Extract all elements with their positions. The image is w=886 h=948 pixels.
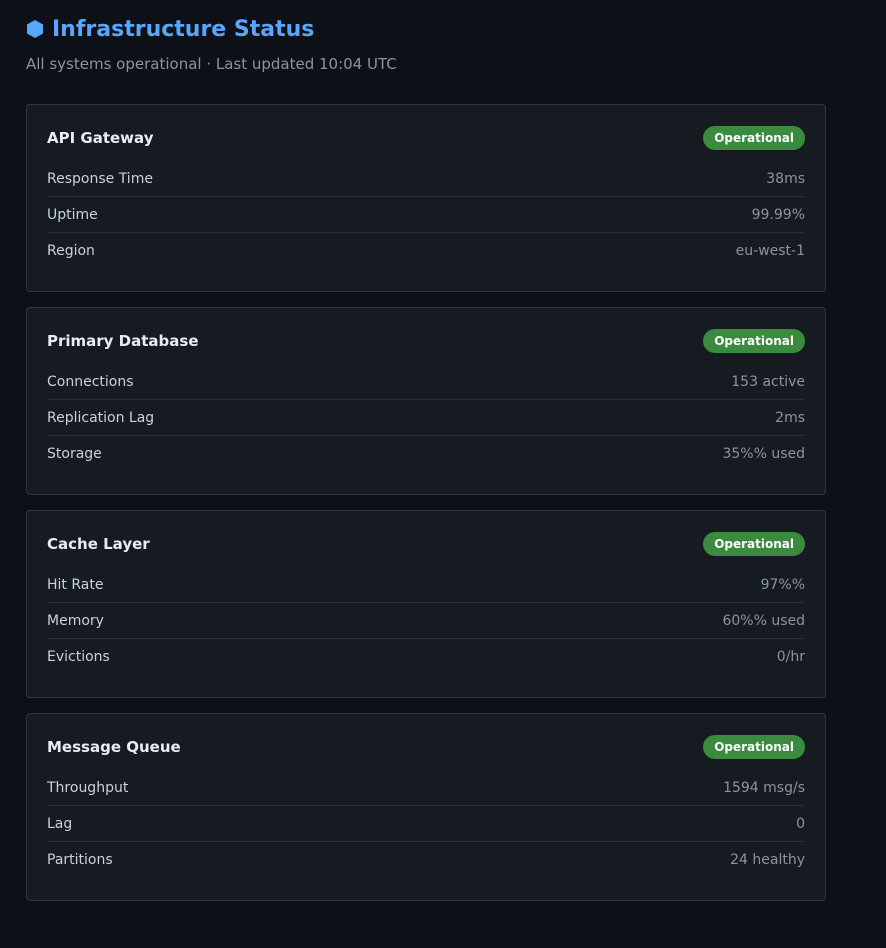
metric-label: Region (47, 242, 95, 259)
metric-label: Storage (47, 445, 102, 462)
metric-value: eu-west-1 (735, 242, 805, 259)
metric-row: Evictions 0/hr (47, 639, 805, 674)
metric-value: 2ms (775, 409, 805, 426)
metric-row: Lag 0 (47, 806, 805, 842)
metric-label: Connections (47, 373, 134, 390)
metric-value: 1594 msg/s (723, 779, 805, 796)
page-subtitle: All systems operational · Last updated 1… (26, 55, 397, 73)
metric-value: 99.99% (751, 206, 805, 223)
service-name: API Gateway (47, 129, 154, 147)
card-header: API Gateway Operational (47, 125, 805, 151)
metric-value: 153 active (731, 373, 805, 390)
service-name: Primary Database (47, 332, 199, 350)
page-title: Infrastructure Status (52, 16, 315, 42)
metric-label: Uptime (47, 206, 98, 223)
metric-label: Replication Lag (47, 409, 155, 426)
service-list: API Gateway Operational Response Time 38… (26, 104, 826, 901)
metric-row: Connections 153 active (47, 364, 805, 400)
metric-row: Hit Rate 97%% (47, 567, 805, 603)
metric-value: 97%% (760, 576, 805, 593)
metric-value: 0 (796, 815, 805, 832)
card-header: Message Queue Operational (47, 734, 805, 760)
service-name: Cache Layer (47, 535, 150, 553)
metric-value: 0/hr (776, 648, 805, 665)
status-page: Infrastructure Status All systems operat… (0, 0, 886, 948)
service-name: Message Queue (47, 738, 181, 756)
metric-label: Throughput (47, 779, 129, 796)
hexagon-icon (26, 19, 44, 39)
status-badge: Operational (703, 126, 805, 150)
metric-value: 24 healthy (730, 851, 805, 868)
metric-value: 38ms (766, 170, 805, 187)
card-header: Cache Layer Operational (47, 531, 805, 557)
service-card-primary-database: Primary Database Operational Connections… (26, 307, 826, 495)
metric-row: Uptime 99.99% (47, 197, 805, 233)
card-header: Primary Database Operational (47, 328, 805, 354)
status-badge: Operational (703, 329, 805, 353)
metric-label: Partitions (47, 851, 113, 868)
metric-label: Memory (47, 612, 104, 629)
metric-row: Region eu-west-1 (47, 233, 805, 268)
metric-row: Partitions 24 healthy (47, 842, 805, 877)
metric-label: Response Time (47, 170, 153, 187)
metric-row: Throughput 1594 msg/s (47, 770, 805, 806)
page-header: Infrastructure Status (26, 14, 860, 44)
metric-label: Lag (47, 815, 73, 832)
service-card-api-gateway: API Gateway Operational Response Time 38… (26, 104, 826, 292)
status-badge: Operational (703, 532, 805, 556)
metric-label: Evictions (47, 648, 110, 665)
service-card-cache-layer: Cache Layer Operational Hit Rate 97%% Me… (26, 510, 826, 698)
service-card-message-queue: Message Queue Operational Throughput 159… (26, 713, 826, 901)
metric-label: Hit Rate (47, 576, 104, 593)
metric-row: Memory 60%% used (47, 603, 805, 639)
metric-value: 60%% used (722, 612, 805, 629)
metric-row: Storage 35%% used (47, 436, 805, 471)
metric-row: Replication Lag 2ms (47, 400, 805, 436)
metric-value: 35%% used (722, 445, 805, 462)
status-badge: Operational (703, 735, 805, 759)
metric-row: Response Time 38ms (47, 161, 805, 197)
